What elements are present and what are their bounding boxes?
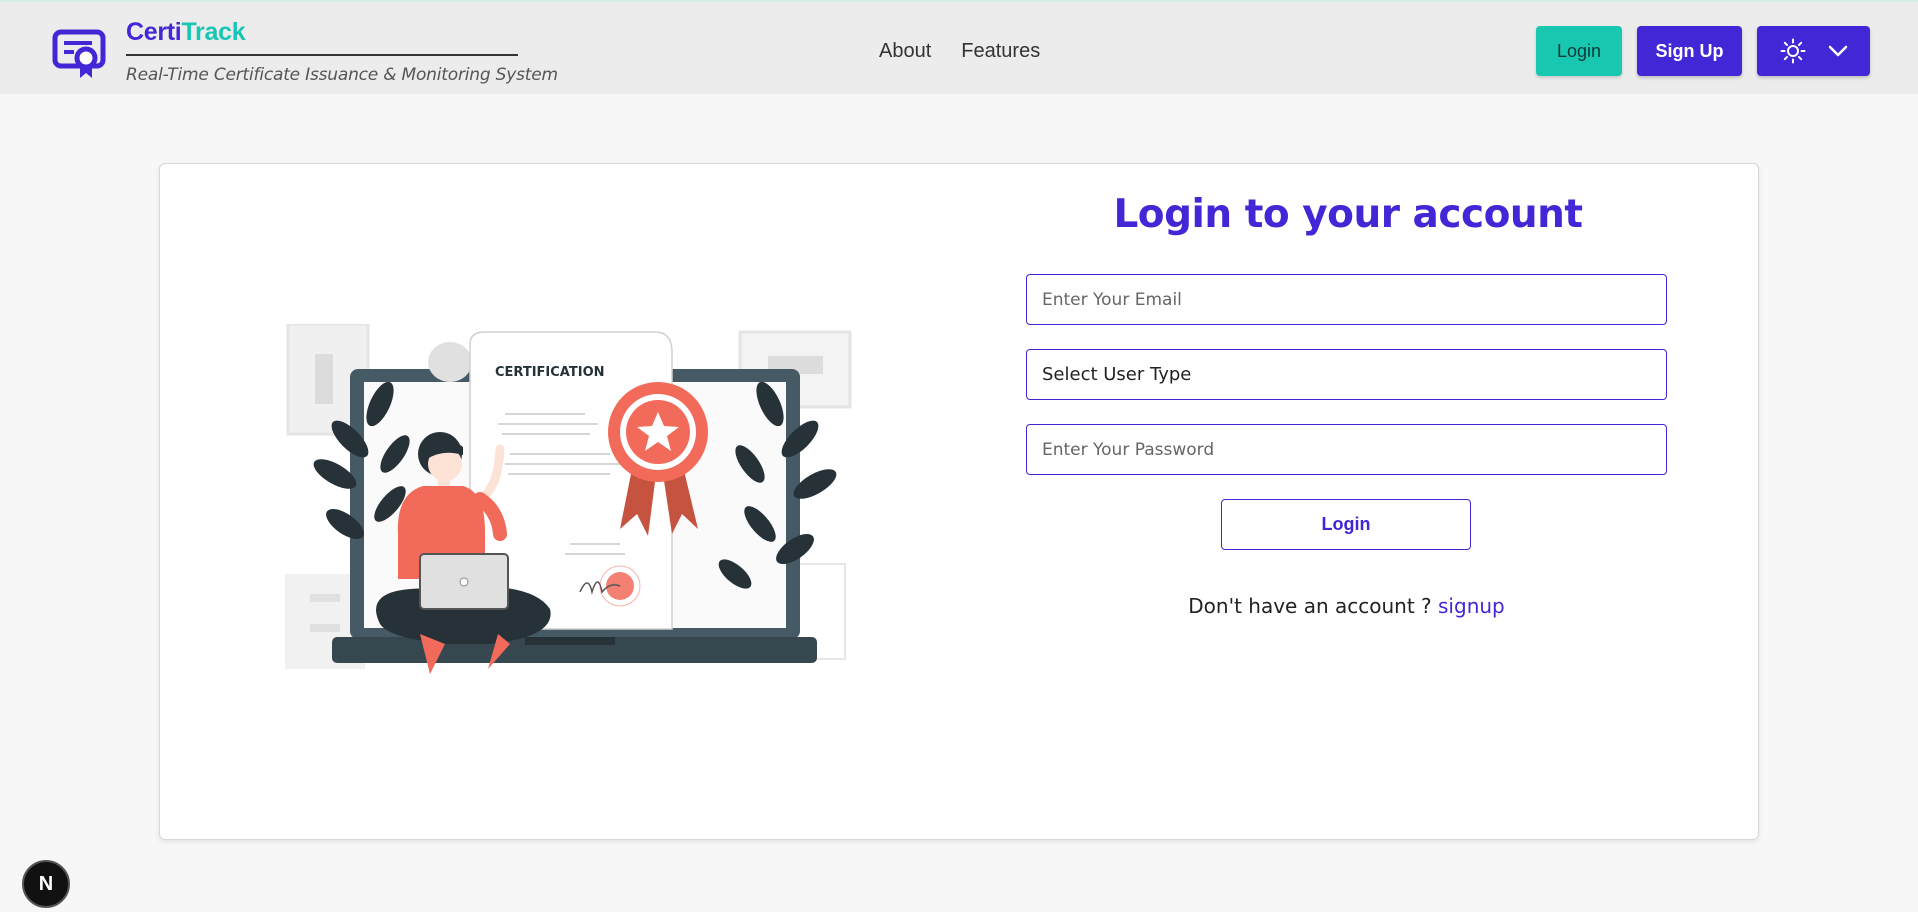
certificate-logo-icon[interactable]: [52, 28, 106, 82]
sun-icon: [1780, 38, 1805, 64]
chevron-down-icon: [1828, 45, 1847, 57]
nextjs-dev-badge[interactable]: N: [22, 860, 70, 908]
header-signup-button[interactable]: Sign Up: [1637, 26, 1742, 76]
nav-about[interactable]: About: [879, 40, 931, 63]
login-submit-button[interactable]: Login: [1221, 499, 1471, 550]
email-input[interactable]: [1042, 289, 1651, 310]
password-field[interactable]: [1026, 424, 1667, 475]
signup-link[interactable]: signup: [1438, 594, 1505, 618]
brand-tagline: Real-Time Certificate Issuance & Monitor…: [126, 65, 558, 85]
certification-illustration: CERTIFICATION: [285, 324, 852, 674]
no-account-text: Don't have an account ?: [1188, 594, 1432, 618]
brand-part-2: Track: [181, 18, 246, 46]
brand-name[interactable]: CertiTrack: [126, 18, 246, 47]
password-input[interactable]: [1042, 439, 1651, 460]
nav-features[interactable]: Features: [961, 40, 1040, 63]
user-type-value: Select User Type: [1042, 364, 1192, 385]
theme-toggle-button[interactable]: [1757, 26, 1870, 76]
email-field[interactable]: [1026, 274, 1667, 325]
brand-divider: [126, 54, 518, 56]
main-nav: About Features: [879, 40, 1040, 63]
certificate-heading: CERTIFICATION: [495, 365, 605, 380]
login-title: Login to your account: [1113, 192, 1583, 237]
top-navbar: CertiTrack Real-Time Certificate Issuanc…: [0, 0, 1918, 94]
login-card: CERTIFICATION Login to your account Ente…: [159, 163, 1759, 840]
header-login-button[interactable]: Login: [1536, 26, 1622, 76]
user-type-select[interactable]: Select User Type: [1026, 349, 1667, 400]
brand-part-1: Certi: [126, 18, 182, 46]
signup-prompt: Don't have an account ? signup: [1026, 594, 1667, 618]
